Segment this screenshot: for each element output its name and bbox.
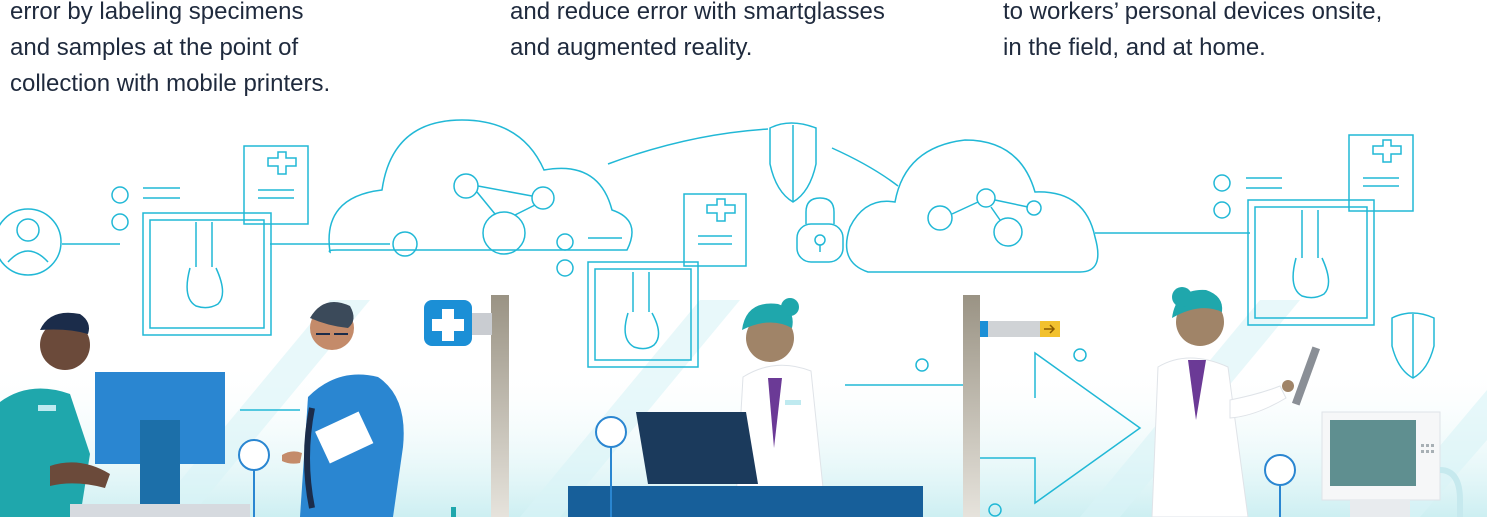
desk	[568, 486, 923, 517]
xray-icon-left	[142, 212, 272, 336]
pole-left	[491, 295, 509, 517]
node-circle	[392, 231, 418, 257]
medical-document-icon-middle	[683, 193, 747, 267]
user-icon	[0, 208, 62, 276]
connector-line	[607, 128, 769, 165]
node-circle	[1073, 348, 1087, 362]
pole-right	[963, 295, 980, 517]
connector-line	[831, 147, 899, 187]
cloud-icon-right	[845, 139, 1099, 273]
healthcare-illustration	[0, 119, 1487, 517]
list-icon-left	[111, 186, 180, 231]
person-clinician-middle	[734, 298, 827, 517]
cloud-icon-left	[328, 119, 633, 255]
lock-icon	[796, 197, 844, 263]
